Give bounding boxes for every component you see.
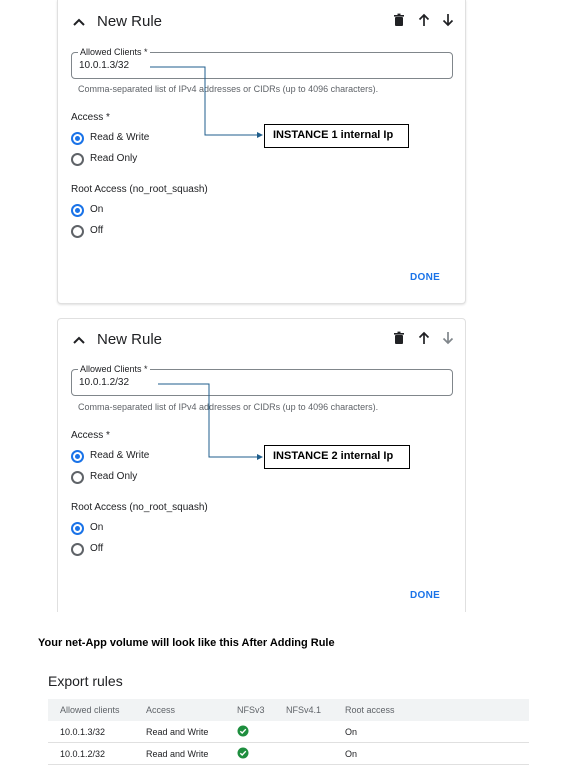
table-row: 10.0.1.2/32 Read and Write On [48, 743, 529, 765]
check-circle-icon [237, 725, 249, 737]
cell-allowed-clients: 10.0.1.3/32 [60, 727, 106, 737]
annotation-callout-instance-1: INSTANCE 1 internal Ip [264, 124, 409, 148]
cell-root-access: On [345, 749, 358, 759]
column-header-access: Access [146, 705, 176, 715]
column-header-nfsv41: NFSv4.1 [286, 705, 322, 715]
column-header-nfsv3: NFSv3 [237, 705, 265, 715]
table-header: Allowed clients Access NFSv3 NFSv4.1 Roo… [48, 699, 529, 721]
annotation-arrow-2 [158, 383, 263, 460]
column-header-root-access: Root access [345, 705, 395, 715]
caption-text: Your net-App volume will look like this … [38, 637, 335, 649]
annotation-callout-instance-2: INSTANCE 2 internal Ip [264, 445, 410, 469]
cell-access: Read and Write [146, 727, 209, 737]
annotation-arrow-1 [150, 66, 263, 138]
column-header-allowed-clients: Allowed clients [60, 705, 120, 715]
cell-access: Read and Write [146, 749, 209, 759]
export-rules-title: Export rules [48, 673, 123, 689]
annotation-connectors [150, 66, 263, 460]
cell-root-access: On [345, 727, 358, 737]
table-row: 10.0.1.3/32 Read and Write On [48, 721, 529, 743]
check-circle-icon [237, 747, 249, 759]
cell-allowed-clients: 10.0.1.2/32 [60, 749, 106, 759]
